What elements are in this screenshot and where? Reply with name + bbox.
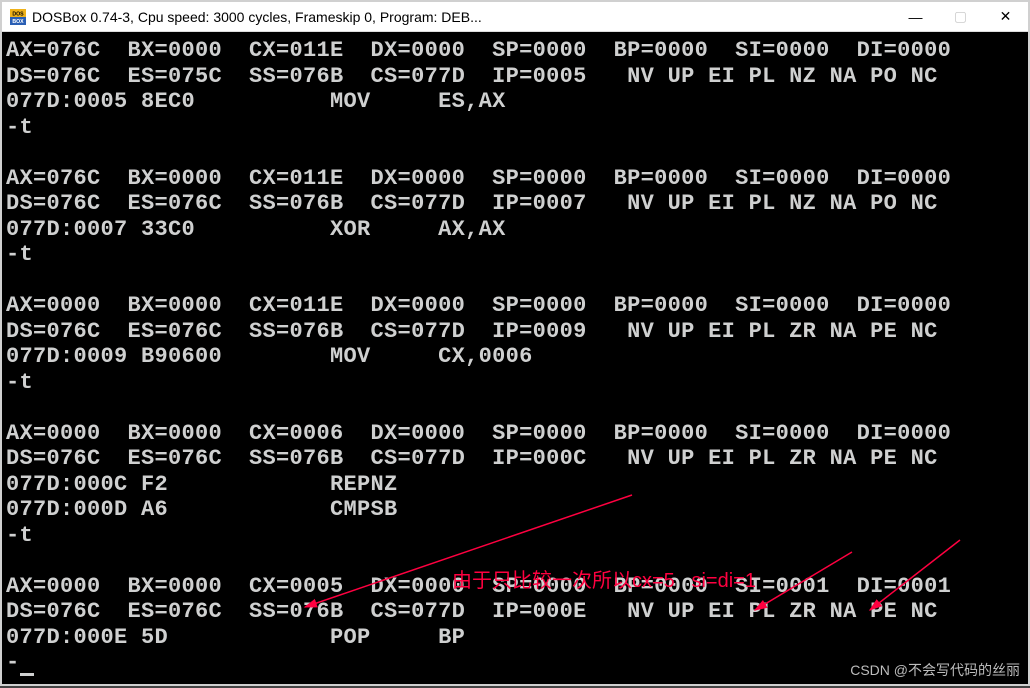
app-window: DOS BOX DOSBox 0.74-3, Cpu speed: 3000 c… xyxy=(0,0,1030,686)
terminal-line xyxy=(6,268,1028,294)
terminal-line: -t xyxy=(6,115,1028,141)
terminal-line: 077D:0009 B90600 MOV CX,0006 xyxy=(6,344,1028,370)
terminal-line: -t xyxy=(6,370,1028,396)
terminal-line: DS=076C ES=076C SS=076B CS=077D IP=0007 … xyxy=(6,191,1028,217)
terminal-line: AX=076C BX=0000 CX=011E DX=0000 SP=0000 … xyxy=(6,38,1028,64)
maximize-button: ▢ xyxy=(938,2,983,32)
terminal-output: AX=076C BX=0000 CX=011E DX=0000 SP=0000 … xyxy=(6,38,1028,650)
annotation-text: 由于只比较一次所以cx=5 si=di=1 xyxy=(452,570,756,593)
cursor xyxy=(20,673,34,676)
terminal-line: DS=076C ES=076C SS=076B CS=077D IP=000E … xyxy=(6,599,1028,625)
terminal-line: AX=0000 BX=0000 CX=011E DX=0000 SP=0000 … xyxy=(6,293,1028,319)
dosbox-icon: DOS BOX xyxy=(10,9,26,25)
terminal-line: -t xyxy=(6,242,1028,268)
terminal[interactable]: AX=076C BX=0000 CX=011E DX=0000 SP=0000 … xyxy=(2,32,1028,684)
prompt-line: - xyxy=(6,650,1028,676)
terminal-line: 077D:000C F2 REPNZ xyxy=(6,472,1028,498)
icon-label-top: DOS xyxy=(12,11,24,17)
terminal-line: DS=076C ES=076C SS=076B CS=077D IP=0009 … xyxy=(6,319,1028,345)
terminal-line: 077D:0005 8EC0 MOV ES,AX xyxy=(6,89,1028,115)
terminal-line: 077D:000D A6 CMPSB xyxy=(6,497,1028,523)
terminal-line: AX=076C BX=0000 CX=011E DX=0000 SP=0000 … xyxy=(6,166,1028,192)
terminal-line: -t xyxy=(6,523,1028,549)
terminal-line: AX=0000 BX=0000 CX=0006 DX=0000 SP=0000 … xyxy=(6,421,1028,447)
terminal-line: DS=076C ES=076C SS=076B CS=077D IP=000C … xyxy=(6,446,1028,472)
terminal-line: 077D:000E 5D POP BP xyxy=(6,625,1028,651)
terminal-line xyxy=(6,395,1028,421)
close-button[interactable]: ✕ xyxy=(983,2,1028,32)
terminal-line xyxy=(6,140,1028,166)
icon-label-bottom: BOX xyxy=(12,19,24,25)
titlebar[interactable]: DOS BOX DOSBox 0.74-3, Cpu speed: 3000 c… xyxy=(2,2,1028,32)
window-title: DOSBox 0.74-3, Cpu speed: 3000 cycles, F… xyxy=(32,9,893,25)
terminal-line: 077D:0007 33C0 XOR AX,AX xyxy=(6,217,1028,243)
minimize-button[interactable]: — xyxy=(893,2,938,32)
terminal-line: DS=076C ES=075C SS=076B CS=077D IP=0005 … xyxy=(6,64,1028,90)
